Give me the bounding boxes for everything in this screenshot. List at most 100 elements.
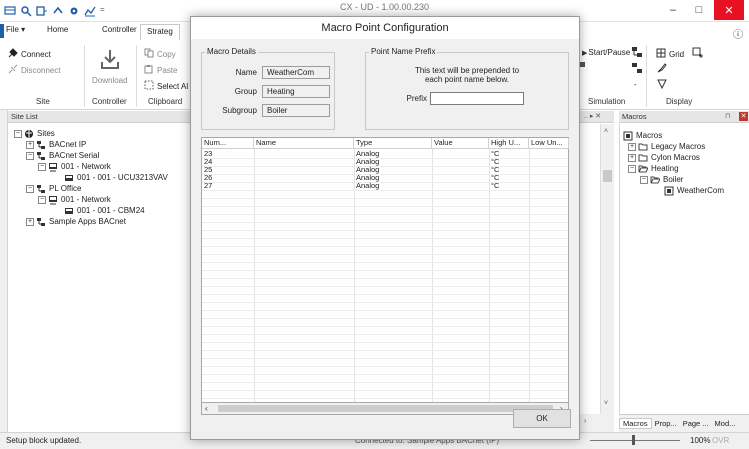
qat-dropdown-icon[interactable]: =	[100, 5, 105, 14]
tree-item-ucu3213vav[interactable]: 001 - 001 - UCU3213VAV	[64, 172, 168, 183]
new-icon[interactable]	[20, 5, 32, 17]
open-icon[interactable]	[36, 5, 48, 17]
prefix-input[interactable]	[430, 92, 524, 105]
macro-item-heating[interactable]: − Heating	[628, 163, 679, 174]
tab-file[interactable]: File ▾	[6, 25, 25, 34]
copy-button[interactable]: Copy	[144, 48, 176, 60]
macros-bottom-tabs: Macros Prop... Page ... Mod...	[619, 414, 749, 432]
cell-name[interactable]	[254, 174, 354, 182]
scrollbar-thumb[interactable]	[603, 170, 612, 182]
monitor-icon	[48, 195, 58, 204]
macros-tree[interactable]: Macros + Legacy Macros + Cylon Macros − …	[619, 124, 749, 414]
download-button[interactable]: Download	[92, 76, 128, 85]
start-pause-button[interactable]: ▶ Start/Pause	[582, 48, 630, 57]
expand-icon[interactable]: +	[628, 153, 636, 162]
tree-item-bacnet-serial[interactable]: − BACnet Serial	[26, 150, 99, 161]
tab-strategy[interactable]: Strateg	[140, 24, 180, 40]
tab-properties[interactable]: Prop...	[652, 419, 680, 428]
minimize-button[interactable]: –	[660, 0, 686, 20]
select-all-button[interactable]: Select Al	[144, 80, 188, 92]
app-menu-icon[interactable]	[4, 5, 16, 17]
cell-value[interactable]	[432, 174, 489, 182]
table-row[interactable]: 26 Analog °C	[202, 174, 568, 182]
disconnect-button[interactable]: Disconnect	[8, 64, 61, 76]
tab-macros[interactable]: Macros	[619, 418, 652, 429]
chart-icon[interactable]	[84, 5, 96, 17]
scroll-left-icon[interactable]: ‹	[205, 404, 208, 413]
name-label: Name	[235, 68, 257, 77]
tree-item-network-1[interactable]: − 001 - Network	[38, 161, 111, 172]
table-row[interactable]: 27 Analog °C	[202, 182, 568, 190]
expand-icon[interactable]: +	[26, 140, 34, 149]
tree-item-sites[interactable]: − Sites	[14, 128, 55, 139]
macro-item-boiler[interactable]: − Boiler	[640, 174, 683, 185]
zoom-slider-thumb[interactable]	[632, 435, 635, 445]
ok-button[interactable]: OK	[513, 409, 571, 428]
site-list-tree[interactable]: − Sites + BACnet IP − BACnet Serial − 00…	[8, 124, 190, 432]
points-table[interactable]: Num... Name Type Value High U... Low Un.…	[201, 137, 569, 403]
scroll-down-icon[interactable]: ˅	[604, 400, 608, 407]
cell-name[interactable]	[254, 182, 354, 190]
paste-button[interactable]: Paste	[144, 64, 177, 76]
simulation-network-icon[interactable]	[631, 46, 643, 60]
collapse-icon[interactable]: −	[640, 175, 648, 184]
simulation-device-icon[interactable]	[631, 62, 643, 76]
connect-button[interactable]: Connect	[8, 48, 51, 60]
doc-nav-icon[interactable]: .. ▸ ✕	[584, 112, 601, 120]
scrollbar-thumb[interactable]	[218, 405, 553, 412]
macro-item-root[interactable]: Macros	[623, 130, 662, 141]
settings-icon[interactable]	[68, 5, 80, 17]
vertical-scrollbar[interactable]: ˄ ˅	[600, 124, 614, 424]
collapse-icon[interactable]: −	[26, 184, 34, 193]
tree-item-sample-apps[interactable]: + Sample Apps BACnet	[26, 216, 126, 227]
file-tab-accent	[0, 24, 4, 38]
cell-name[interactable]	[254, 158, 354, 166]
tree-item-cbm24[interactable]: 001 - 001 - CBM24	[64, 205, 145, 216]
cell-name[interactable]	[254, 150, 354, 158]
expand-icon[interactable]: +	[26, 217, 34, 226]
cell-high-units: °C	[491, 150, 500, 158]
tree-item-label: BACnet IP	[49, 140, 87, 149]
collapse-icon[interactable]: −	[628, 164, 636, 173]
pin-icon[interactable]: ⊓	[725, 112, 730, 120]
help-icon[interactable]: ⓘ	[733, 26, 743, 41]
scroll-up-icon[interactable]: ˄	[604, 128, 608, 135]
macro-item-legacy[interactable]: + Legacy Macros	[628, 141, 705, 152]
tab-home[interactable]: Home	[47, 25, 68, 34]
shape-icon[interactable]	[656, 78, 668, 92]
table-row[interactable]: 23 Analog °C	[202, 150, 568, 158]
grid-button[interactable]: Grid	[656, 48, 684, 60]
scroll-right-icon[interactable]: ›	[584, 418, 586, 425]
collapse-icon[interactable]: −	[26, 151, 34, 160]
tab-modules[interactable]: Mod...	[712, 419, 739, 428]
connect-small-icon[interactable]	[52, 5, 64, 17]
tree-item-bacnet-ip[interactable]: + BACnet IP	[26, 139, 86, 150]
cell-value[interactable]	[432, 150, 489, 158]
table-row[interactable]: 25 Analog °C	[202, 166, 568, 174]
macro-item-weathercom[interactable]: WeatherCom	[664, 185, 724, 196]
cell-value[interactable]	[432, 182, 489, 190]
tab-controller[interactable]: Controller	[102, 25, 137, 34]
download-icon[interactable]	[95, 45, 125, 73]
collapse-icon[interactable]: −	[38, 162, 46, 171]
macro-item-cylon[interactable]: + Cylon Macros	[628, 152, 700, 163]
close-button[interactable]: ✕	[714, 0, 744, 20]
table-row[interactable]: 24 Analog °C	[202, 158, 568, 166]
cell-name[interactable]	[254, 166, 354, 174]
expand-icon[interactable]: +	[628, 142, 636, 151]
canvas-area[interactable]	[580, 124, 600, 424]
collapse-icon[interactable]: −	[38, 195, 46, 204]
maximize-button[interactable]: □	[686, 0, 712, 20]
row-line	[202, 310, 568, 311]
snap-icon[interactable]	[692, 47, 704, 61]
cell-value[interactable]	[432, 166, 489, 174]
zoom-slider[interactable]	[590, 440, 680, 441]
stop-icon[interactable]	[580, 62, 585, 67]
tree-item-network-2[interactable]: − 001 - Network	[38, 194, 111, 205]
panel-close-icon[interactable]: ✕	[739, 112, 748, 121]
tab-page[interactable]: Page ...	[680, 419, 712, 428]
brush-icon[interactable]	[656, 62, 668, 76]
tree-item-pl-office[interactable]: − PL Office	[26, 183, 81, 194]
cell-value[interactable]	[432, 158, 489, 166]
collapse-icon[interactable]: −	[14, 129, 22, 138]
